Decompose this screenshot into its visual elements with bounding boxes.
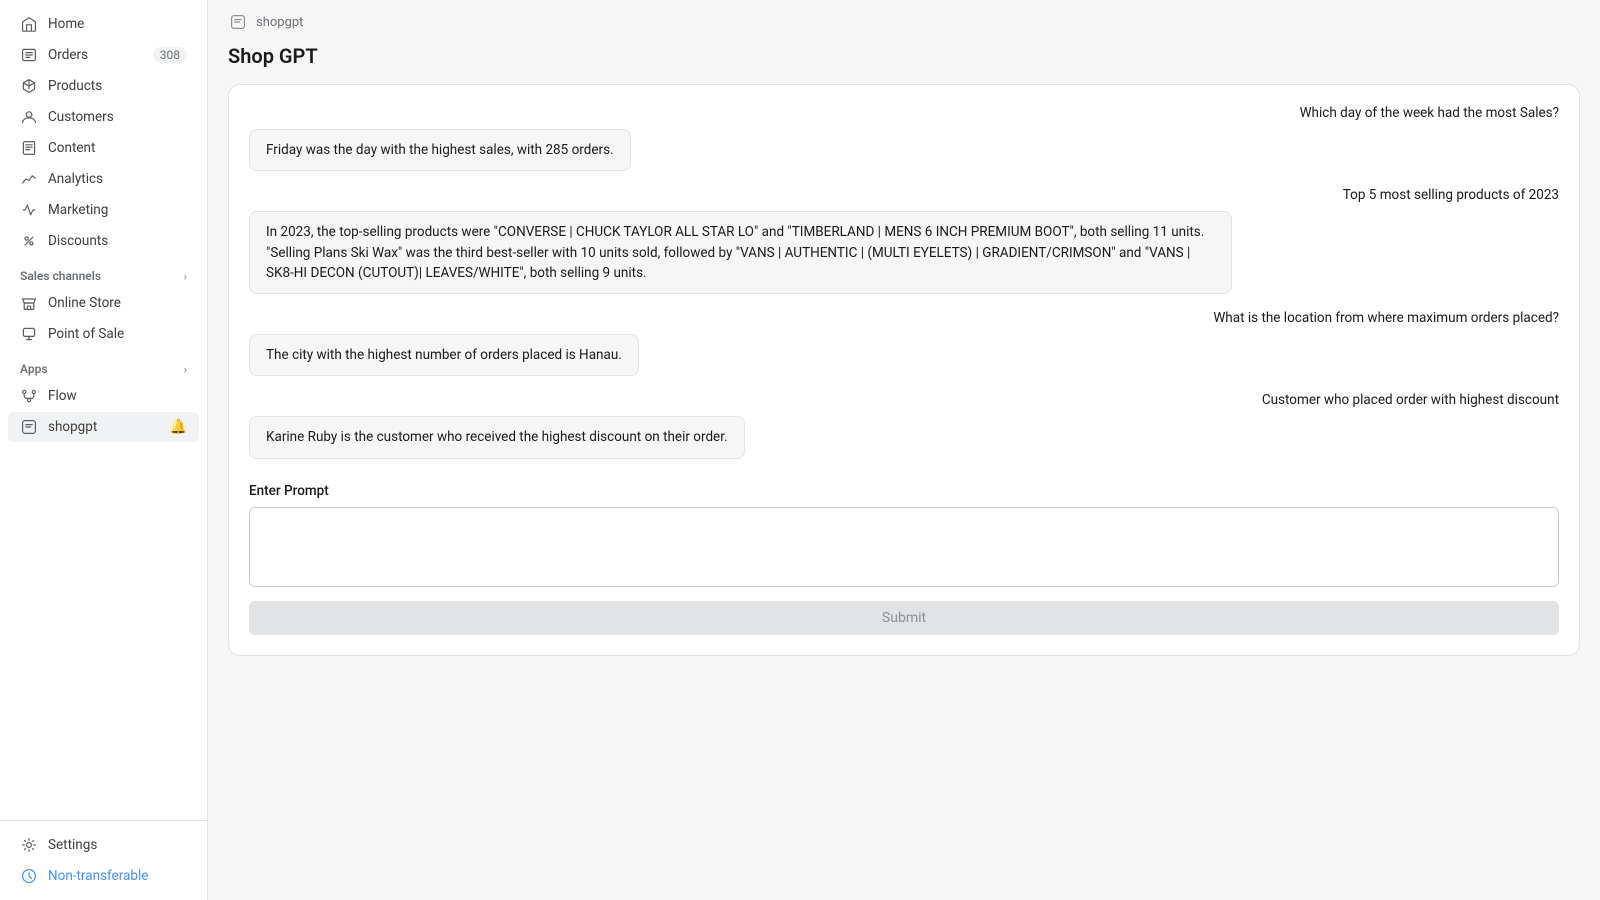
sidebar-item-shopgpt[interactable]: shopgpt 🔔: [8, 412, 199, 442]
sidebar-item-label: Orders: [48, 47, 143, 63]
topbar-app-name: shopgpt: [256, 15, 303, 30]
prompt-label: Enter Prompt: [249, 483, 1559, 499]
sidebar-item-label: Products: [48, 78, 187, 94]
assistant-message-4: Karine Ruby is the customer who received…: [249, 416, 745, 458]
sidebar-item-label: Point of Sale: [48, 326, 187, 342]
apps-label: Apps: [20, 362, 48, 376]
message-group-4: Customer who placed order with highest d…: [249, 392, 1559, 458]
sidebar-item-label: Flow: [48, 388, 187, 404]
user-message-1: Which day of the week had the most Sales…: [1300, 105, 1559, 121]
user-message-4: Customer who placed order with highest d…: [1262, 392, 1559, 408]
sidebar-item-point-of-sale[interactable]: Point of Sale: [8, 319, 199, 349]
sidebar-item-analytics[interactable]: Analytics: [8, 164, 199, 194]
non-transferable-icon: [20, 867, 38, 885]
chevron-right-icon: ›: [184, 363, 187, 376]
store-icon: [20, 294, 38, 312]
shopgpt-icon: [20, 418, 38, 436]
flow-icon: [20, 387, 38, 405]
customers-icon: [20, 108, 38, 126]
products-icon: [20, 77, 38, 95]
sidebar-item-label: Analytics: [48, 171, 187, 187]
analytics-icon: [20, 170, 38, 188]
pos-icon: [20, 325, 38, 343]
message-group-3: What is the location from where maximum …: [249, 310, 1559, 376]
main-content: shopgpt Shop GPT Which day of the week h…: [208, 0, 1600, 900]
sidebar-item-content[interactable]: Content: [8, 133, 199, 163]
submit-button[interactable]: Submit: [249, 601, 1559, 635]
home-icon: [20, 15, 38, 33]
sidebar-item-label: Non-transferable: [48, 868, 187, 884]
sidebar: Home Orders 308 Products Customers Con: [0, 0, 208, 900]
topbar: shopgpt: [208, 0, 1600, 44]
prompt-section: Enter Prompt Submit: [249, 483, 1559, 635]
sidebar-item-orders[interactable]: Orders 308: [8, 40, 199, 70]
assistant-message-1: Friday was the day with the highest sale…: [249, 129, 631, 171]
assistant-message-2: In 2023, the top-selling products were "…: [249, 211, 1232, 294]
apps-section[interactable]: Apps ›: [0, 350, 207, 380]
sidebar-item-label: Content: [48, 140, 187, 156]
settings-icon: [20, 836, 38, 854]
sidebar-item-home[interactable]: Home: [8, 9, 199, 39]
sidebar-item-marketing[interactable]: Marketing: [8, 195, 199, 225]
sidebar-item-label: Discounts: [48, 233, 187, 249]
sidebar-item-online-store[interactable]: Online Store: [8, 288, 199, 318]
sidebar-item-label: shopgpt: [48, 419, 160, 435]
sidebar-item-label: Customers: [48, 109, 187, 125]
marketing-icon: [20, 201, 38, 219]
prompt-input[interactable]: [249, 507, 1559, 587]
sales-channels-label: Sales channels: [20, 269, 101, 283]
discounts-icon: [20, 232, 38, 250]
sales-channels-section[interactable]: Sales channels ›: [0, 257, 207, 287]
message-group-1: Which day of the week had the most Sales…: [249, 105, 1559, 171]
content-icon: [20, 139, 38, 157]
sidebar-item-flow[interactable]: Flow: [8, 381, 199, 411]
sidebar-item-discounts[interactable]: Discounts: [8, 226, 199, 256]
sidebar-item-label: Marketing: [48, 202, 187, 218]
page-title: Shop GPT: [208, 44, 1600, 84]
sidebar-item-products[interactable]: Products: [8, 71, 199, 101]
bell-icon: 🔔: [170, 419, 187, 435]
shopgpt-topbar-icon: [228, 12, 248, 32]
chat-container: Which day of the week had the most Sales…: [228, 84, 1580, 656]
assistant-message-3: The city with the highest number of orde…: [249, 334, 639, 376]
message-group-2: Top 5 most selling products of 2023 In 2…: [249, 187, 1559, 294]
orders-badge: 308: [153, 47, 187, 63]
sidebar-item-non-transferable[interactable]: Non-transferable: [8, 861, 199, 891]
orders-icon: [20, 46, 38, 64]
chevron-right-icon: ›: [184, 270, 187, 283]
sidebar-item-settings[interactable]: Settings: [8, 830, 199, 860]
sidebar-item-customers[interactable]: Customers: [8, 102, 199, 132]
user-message-3: What is the location from where maximum …: [1213, 310, 1559, 326]
sidebar-item-label: Online Store: [48, 295, 187, 311]
sidebar-item-label: Home: [48, 16, 187, 32]
sidebar-item-label: Settings: [48, 837, 187, 853]
user-message-2: Top 5 most selling products of 2023: [1343, 187, 1559, 203]
